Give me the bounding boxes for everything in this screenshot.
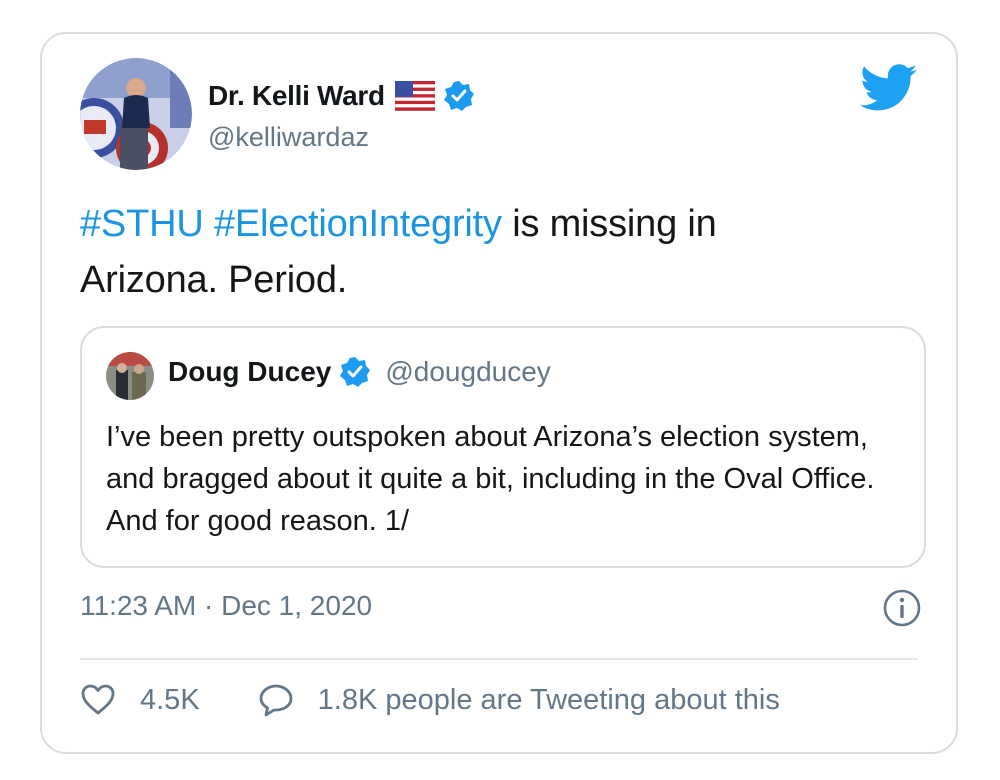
verified-badge-icon [339,356,371,388]
action-bar: 4.5K 1.8K people are Tweeting about this [80,682,780,718]
hashtag-link[interactable]: #ElectionIntegrity [214,203,502,245]
heart-icon [80,682,116,718]
us-flag-icon [394,80,436,112]
hashtag-link[interactable]: #STHU [80,203,204,245]
like-count: 4.5K [140,683,200,716]
quoted-author-handle[interactable]: @dougducey [385,356,550,388]
quoted-tweet-text: I’ve been pretty outspoken about Arizona… [106,421,875,537]
quoted-author-avatar[interactable] [106,352,154,400]
speech-bubble-icon [258,682,294,718]
tweet-timestamp[interactable]: 11:23 AM · Dec 1, 2020 [80,590,372,622]
quoted-tweet[interactable]: Doug Ducey @dougducey I’ve been pretty o… [80,326,926,568]
tweet-text-rest: is missing in [501,203,717,245]
info-icon[interactable] [882,588,922,628]
verified-badge-icon [443,80,475,112]
author-name-row: Dr. Kelli Ward [208,80,475,112]
tweet-text-line2: Arizona. Period. [80,259,348,301]
author-name[interactable]: Dr. Kelli Ward [208,80,385,112]
divider [80,658,918,660]
conversation-button[interactable]: 1.8K people are Tweeting about this [258,682,780,718]
tweet-text: #STHU #ElectionIntegrity is missing in A… [80,196,920,308]
tweet-card[interactable]: Dr. Kelli Ward @kelliwardaz #STHU #Elect… [40,32,958,754]
author-handle[interactable]: @kelliwardaz [208,122,369,153]
twitter-bird-icon[interactable] [859,64,918,112]
author-avatar[interactable] [80,58,192,170]
quoted-header: Doug Ducey @dougducey [168,356,551,388]
conversation-count: 1.8K people are Tweeting about this [317,683,780,716]
quoted-author-name[interactable]: Doug Ducey [168,356,331,388]
like-button[interactable]: 4.5K [80,682,200,718]
